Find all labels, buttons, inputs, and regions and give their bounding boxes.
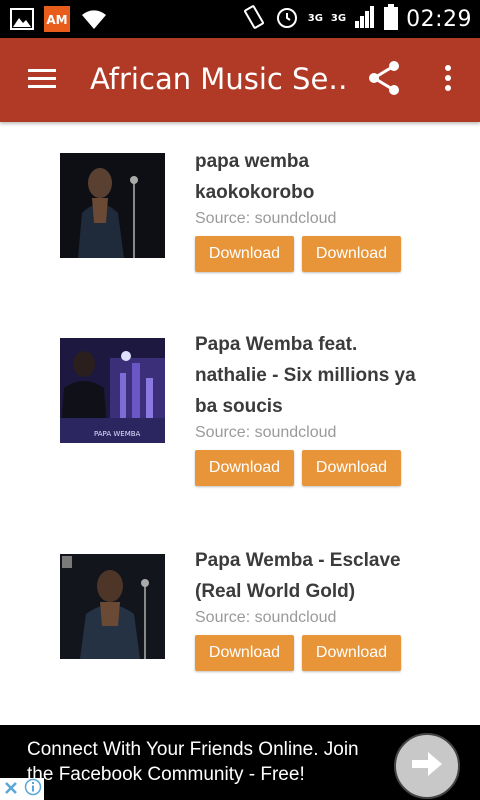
download-button[interactable]: Download: [302, 635, 401, 671]
menu-icon: [28, 67, 56, 93]
track-source: Source: soundcloud: [195, 424, 337, 441]
alarm-icon: [274, 4, 300, 34]
download-button[interactable]: Download: [302, 450, 401, 486]
item-text: Papa Wemba feat. nathalie - Six millions…: [195, 329, 435, 486]
track-title[interactable]: papa wemba kaokokorobo: [195, 146, 435, 208]
button-row: Download Download: [195, 236, 435, 272]
track-source: Source: soundcloud: [195, 210, 337, 227]
track-title-line: kaokokorobo: [195, 182, 315, 203]
track-title-line: Papa Wemba feat.: [195, 334, 358, 355]
item-text: papa wemba kaokokorobo Source: soundclou…: [195, 146, 435, 272]
album-cover[interactable]: [60, 153, 165, 258]
track-title-line: (Real World Gold): [195, 581, 356, 602]
network-type-b: 3G: [330, 13, 347, 24]
status-bar: AM 3G 3G 02:29: [0, 0, 480, 38]
vibrate-icon: [242, 4, 266, 34]
download-button[interactable]: Download: [302, 236, 401, 272]
cover-text: PAPA WEMBA: [94, 430, 141, 438]
ad-banner[interactable]: Connect With Your Friends Online. Join t…: [0, 725, 480, 800]
clock: 02:29: [406, 6, 472, 32]
ad-controls: [0, 778, 44, 800]
arrow-right-icon: [410, 751, 444, 781]
album-cover[interactable]: [60, 554, 165, 659]
album-cover[interactable]: PAPA WEMBA: [60, 338, 165, 443]
app-notification-icon: AM: [44, 6, 70, 36]
wifi-icon: [80, 7, 108, 35]
ad-text[interactable]: Connect With Your Friends Online. Join t…: [27, 737, 407, 787]
ad-line: Connect With Your Friends Online. Join: [27, 739, 359, 760]
ad-line: the Facebook Community - Free!: [27, 764, 305, 785]
track-source: Source: soundcloud: [195, 609, 337, 626]
share-button[interactable]: [356, 38, 412, 122]
share-icon: [367, 60, 401, 100]
download-button[interactable]: Download: [195, 236, 294, 272]
ad-info-button[interactable]: [22, 778, 44, 800]
track-title[interactable]: Papa Wemba feat. nathalie - Six millions…: [195, 329, 435, 422]
ad-arrow-button[interactable]: [394, 733, 460, 799]
download-button[interactable]: Download: [195, 635, 294, 671]
close-icon: [4, 780, 18, 799]
item-text: Papa Wemba - Esclave (Real World Gold) S…: [195, 545, 435, 671]
overflow-menu-button[interactable]: [420, 38, 476, 122]
button-row: Download Download: [195, 635, 435, 671]
track-title-line: Papa Wemba - Esclave: [195, 550, 401, 571]
track-title-line: papa wemba: [195, 151, 310, 172]
track-list[interactable]: papa wemba kaokokorobo Source: soundclou…: [0, 122, 480, 725]
info-icon: [24, 778, 42, 800]
page-title: African Music Se…: [90, 62, 350, 96]
signal-icon: [354, 5, 376, 33]
svg-text:AM: AM: [46, 13, 67, 27]
track-title[interactable]: Papa Wemba - Esclave (Real World Gold): [195, 545, 435, 607]
track-title-line: ba soucis: [195, 396, 283, 417]
network-type-a: 3G: [307, 13, 323, 24]
menu-button[interactable]: [14, 38, 70, 122]
app-bar: African Music Se…: [0, 38, 480, 122]
download-button[interactable]: Download: [195, 450, 294, 486]
button-row: Download Download: [195, 450, 435, 486]
image-icon: [10, 8, 34, 34]
overflow-menu-icon: [444, 64, 452, 96]
close-ad-button[interactable]: [0, 778, 22, 800]
battery-icon: [384, 4, 399, 34]
track-title-line: nathalie - Six millions ya: [195, 365, 416, 386]
